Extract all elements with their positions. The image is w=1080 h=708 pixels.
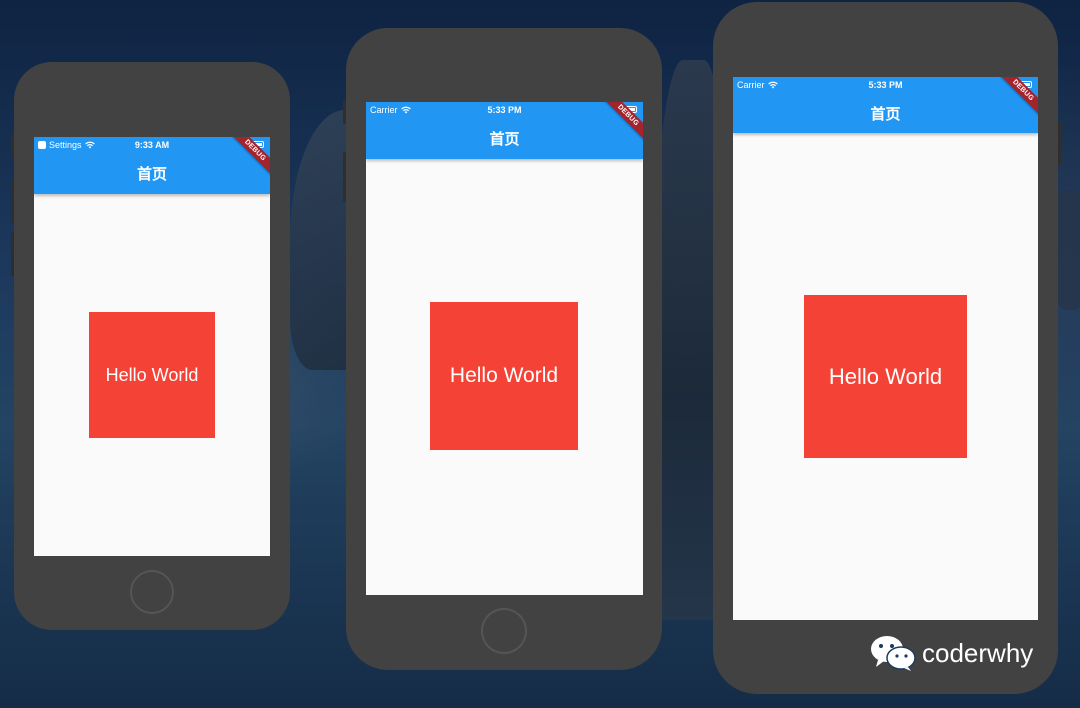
status-time: 9:33 AM bbox=[134, 140, 170, 150]
hello-world-text: Hello World bbox=[828, 363, 943, 389]
phone-screen: Carrier 5:33 PM 首页 DEBUG Hello World bbox=[366, 102, 643, 595]
home-button[interactable] bbox=[130, 570, 174, 614]
page-title: 首页 bbox=[870, 105, 901, 123]
page-title: 首页 bbox=[136, 165, 167, 183]
simulator-phone-large: Carrier 5:33 PM 首页 DEBUG Hello World bbox=[713, 2, 1061, 694]
simulator-phone-small: Settings 9:33 AM 首页 DEBUG Hello World bbox=[11, 62, 290, 630]
phone-screen: Carrier 5:33 PM 首页 DEBUG Hello World bbox=[733, 77, 1038, 620]
simulator-phone-medium: Carrier 5:33 PM 首页 DEBUG Hello World bbox=[343, 28, 662, 670]
hello-world-box: Hello World bbox=[804, 295, 967, 458]
mute-switch bbox=[343, 100, 346, 124]
app-bar: Settings 9:33 AM 首页 DEBUG bbox=[34, 137, 270, 194]
mute-switch bbox=[11, 134, 14, 158]
app-bar: Carrier 5:33 PM 首页 DEBUG bbox=[733, 77, 1038, 133]
hello-world-box: Hello World bbox=[430, 302, 578, 450]
status-time: 5:33 PM bbox=[487, 105, 522, 115]
watermark: coderwhy bbox=[870, 634, 1033, 672]
volume-down-button bbox=[11, 232, 14, 276]
app-bar: Carrier 5:33 PM 首页 DEBUG bbox=[366, 102, 643, 159]
page-title: 首页 bbox=[489, 130, 520, 148]
volume-up-button bbox=[343, 152, 346, 202]
home-button[interactable] bbox=[481, 608, 527, 654]
hello-world-text: Hello World bbox=[105, 364, 199, 385]
power-button bbox=[1058, 122, 1061, 166]
volume-up-button bbox=[11, 180, 14, 224]
watermark-text: coderwhy bbox=[922, 637, 1034, 668]
hello-world-box: Hello World bbox=[89, 312, 215, 438]
phone-screen: Settings 9:33 AM 首页 DEBUG Hello World bbox=[34, 137, 270, 556]
wechat-icon bbox=[871, 636, 916, 671]
status-time: 5:33 PM bbox=[868, 80, 903, 90]
hello-world-text: Hello World bbox=[449, 364, 559, 387]
